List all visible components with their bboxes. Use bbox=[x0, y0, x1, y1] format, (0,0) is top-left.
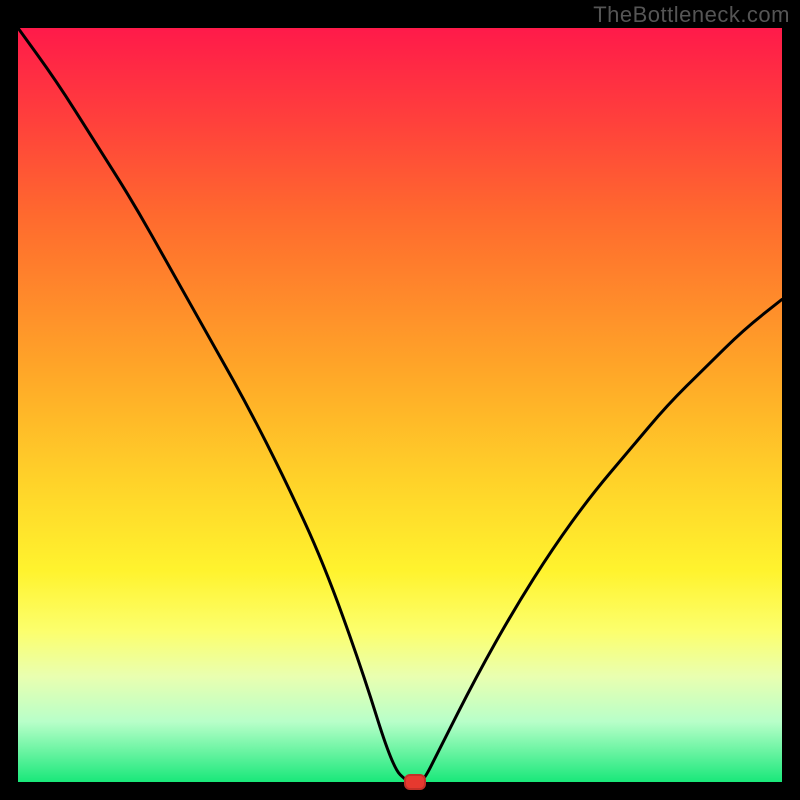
curve-path bbox=[18, 28, 782, 782]
bottleneck-curve bbox=[18, 28, 782, 782]
optimal-point-marker bbox=[404, 774, 426, 790]
watermark-text: TheBottleneck.com bbox=[593, 2, 790, 28]
chart-frame: TheBottleneck.com bbox=[0, 0, 800, 800]
plot-area bbox=[18, 28, 782, 782]
